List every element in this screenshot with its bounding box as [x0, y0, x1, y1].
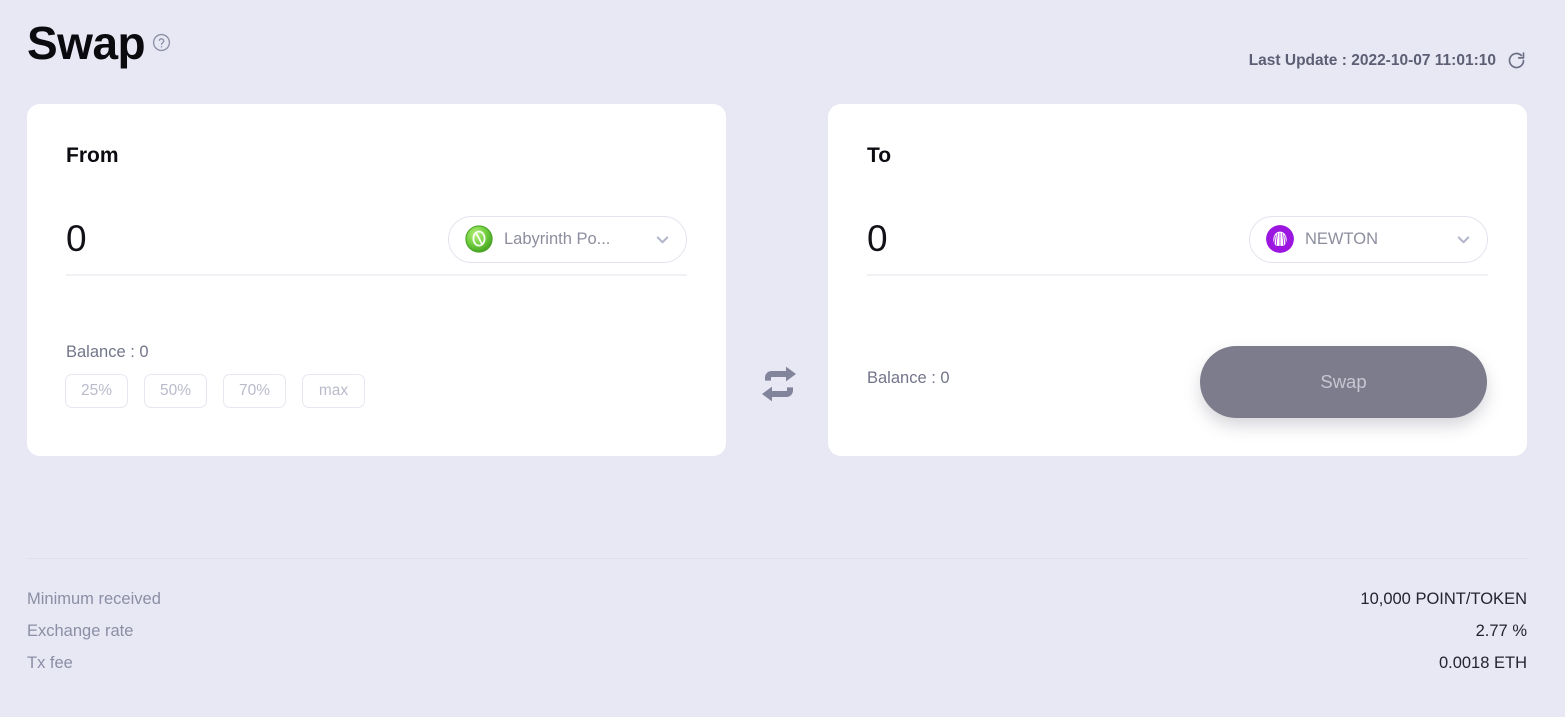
from-card: From 0 Labyrinth Po... Balance: 0 25% 5… [27, 104, 726, 456]
percent-button-25[interactable]: 25% [65, 374, 128, 408]
from-token-select[interactable]: Labyrinth Po... [448, 215, 687, 263]
to-label: To [867, 144, 892, 167]
from-label: From [66, 144, 119, 167]
from-token-name: Labyrinth Po... [504, 229, 611, 248]
summary-section: Minimum received 10,000 POINT/TOKEN Exch… [27, 590, 1527, 686]
percent-button-70[interactable]: 70% [223, 374, 286, 408]
last-update: Last Update : 2022-10-07 11:01:10 [1249, 50, 1527, 71]
to-token-name: NEWTON [1305, 229, 1379, 248]
question-circle-icon[interactable] [152, 33, 171, 52]
title-group: Swap [27, 14, 171, 72]
summary-value: 10,000 POINT/TOKEN [1360, 590, 1527, 608]
swap-page: Swap Last Update : 2022-10-07 11:01:10 F… [0, 0, 1565, 717]
summary-value: 2.77 % [1475, 622, 1527, 640]
to-amount-input[interactable] [867, 218, 1197, 260]
from-amount-input[interactable] [66, 218, 396, 260]
summary-row: Exchange rate 2.77 % [27, 622, 1527, 654]
from-balance: Balance : 0 [66, 343, 149, 361]
percent-button-50[interactable]: 50% [144, 374, 207, 408]
newton-shell-icon [1266, 225, 1294, 253]
summary-label: Tx fee [27, 654, 73, 672]
chevron-down-icon [653, 230, 672, 249]
percent-buttons: 25% 50% 70% max [65, 374, 365, 408]
summary-row: Tx fee 0.0018 ETH [27, 654, 1527, 686]
swap-cards: From 0 Labyrinth Po... Balance: 0 25% 5… [0, 104, 1565, 456]
last-update-text: Last Update : 2022-10-07 11:01:10 [1248, 51, 1496, 69]
page-header: Swap Last Update : 2022-10-07 11:01:10 [0, 0, 1565, 95]
refresh-icon[interactable] [1506, 50, 1527, 71]
to-token-select[interactable]: NEWTON [1249, 215, 1488, 263]
swap-arrows-icon[interactable] [755, 360, 803, 408]
swap-button[interactable]: Swap [1200, 346, 1487, 418]
chevron-down-icon [1454, 230, 1473, 249]
to-amount-row: NEWTON [867, 204, 1488, 276]
percent-button-max[interactable]: max [302, 374, 365, 408]
summary-row: Minimum received 10,000 POINT/TOKEN [27, 590, 1527, 622]
summary-value: 0.0018 ETH [1438, 654, 1527, 672]
page-title: Swap [27, 17, 146, 69]
summary-label: Exchange rate [27, 622, 134, 640]
green-coin-icon [465, 225, 493, 253]
to-balance: Balance : 0 [867, 369, 950, 387]
summary-divider [27, 558, 1527, 559]
to-card: To NEWTON [828, 104, 1527, 456]
summary-label: Minimum received [27, 590, 161, 608]
from-amount-row: Labyrinth Po... [66, 204, 687, 276]
